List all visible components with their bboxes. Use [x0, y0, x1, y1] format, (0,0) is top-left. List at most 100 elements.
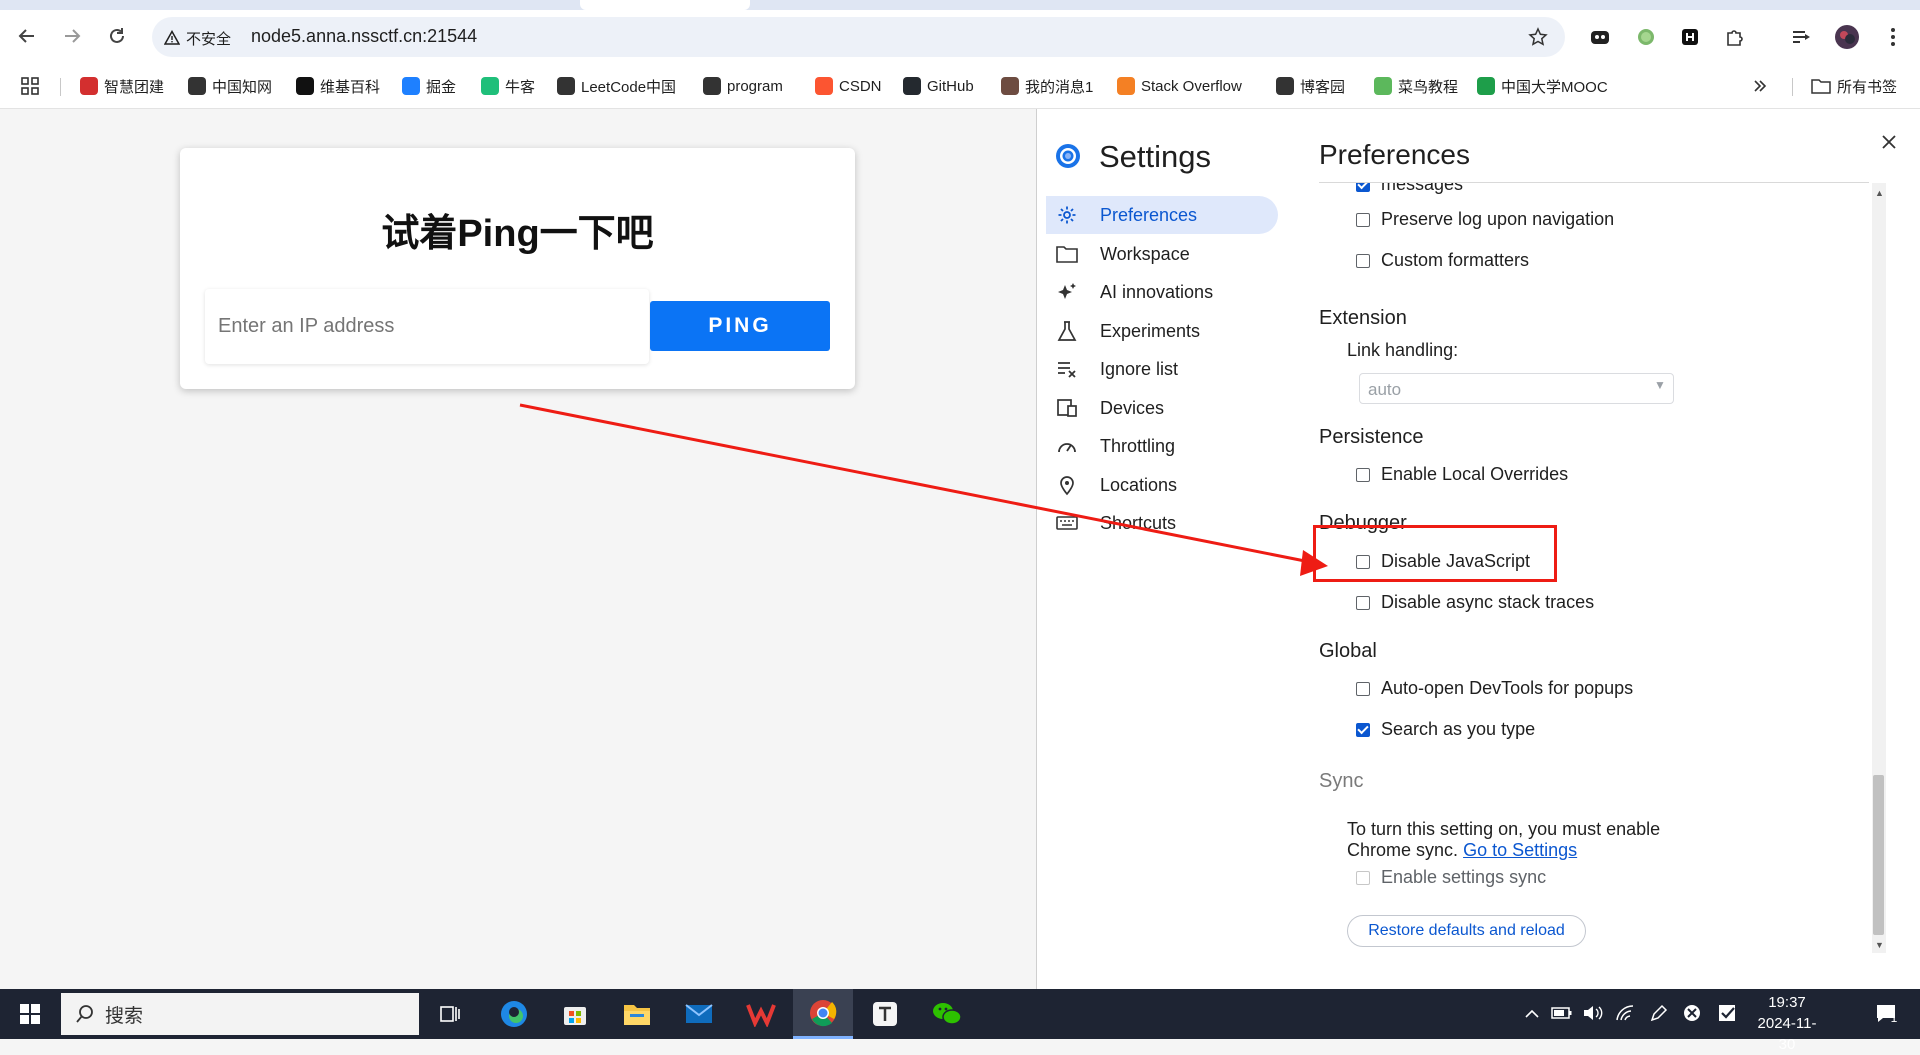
bookmark-star-button[interactable]: [1523, 22, 1553, 52]
sync-heading: Sync: [1319, 770, 1364, 792]
taskbar-store[interactable]: [545, 989, 605, 1039]
bookmark-item[interactable]: 智慧团建: [80, 74, 164, 98]
scroll-down-icon[interactable]: ▼: [1875, 940, 1884, 950]
custom-formatters-setting[interactable]: Custom formatters: [1356, 250, 1529, 271]
taskbar-chrome[interactable]: [793, 989, 853, 1039]
taskbar-typora[interactable]: [855, 989, 915, 1039]
sidebar-item-label: Shortcuts: [1100, 512, 1177, 533]
link-handling-select[interactable]: [1359, 373, 1674, 404]
active-tab[interactable]: [580, 0, 750, 10]
github-icon: [903, 77, 921, 95]
url-text[interactable]: node5.anna.nssctf.cn:21544: [251, 26, 477, 47]
edge-browser-icon: [501, 1001, 527, 1027]
bookmark-item[interactable]: 中国知网: [188, 74, 272, 98]
devices-icon: [1054, 395, 1080, 421]
auto-open-devtools-checkbox[interactable]: [1356, 681, 1370, 696]
media-controls-button[interactable]: [1786, 22, 1816, 52]
apps-button[interactable]: [21, 74, 39, 98]
taskbar-clock[interactable]: 19:37 2024-11-30: [1752, 992, 1822, 1055]
taskbar-mail[interactable]: [669, 989, 729, 1039]
sidebar-item-throttling[interactable]: Throttling: [1046, 427, 1278, 465]
taskbar-edge[interactable]: [484, 989, 544, 1039]
bookmark-item[interactable]: GitHub: [903, 74, 974, 98]
bookmark-item[interactable]: 掘金: [402, 74, 456, 98]
avatar-icon: [1001, 77, 1019, 95]
forward-button[interactable]: [54, 18, 90, 54]
task-view-button[interactable]: [420, 989, 480, 1039]
bookmark-item[interactable]: 中国大学MOOC: [1477, 74, 1608, 98]
bookmark-item[interactable]: 我的消息1: [1001, 74, 1093, 98]
sidebar-item-shortcuts[interactable]: Shortcuts: [1046, 504, 1278, 542]
sidebar-item-ai-innovations[interactable]: AI innovations: [1046, 273, 1278, 311]
disable-async-stack-checkbox[interactable]: [1356, 595, 1370, 610]
h-badge-icon: [1682, 29, 1698, 45]
bookmark-item[interactable]: 博客园: [1276, 74, 1345, 98]
reload-button[interactable]: [99, 18, 135, 54]
checkbox-tray-icon[interactable]: [1714, 1000, 1740, 1026]
highlight-annotation-box: [1313, 525, 1557, 582]
messages-setting[interactable]: messages: [1356, 183, 1463, 195]
extensions-button[interactable]: [1720, 22, 1750, 52]
game-controller-icon: [1591, 31, 1609, 44]
custom-formatters-checkbox[interactable]: [1356, 253, 1370, 268]
bookmark-item[interactable]: 牛客: [481, 74, 535, 98]
enable-local-overrides-setting[interactable]: Enable Local Overrides: [1356, 464, 1568, 485]
battery-icon[interactable]: [1549, 1000, 1575, 1026]
search-as-you-type-setting[interactable]: Search as you type: [1356, 719, 1535, 740]
menu-button[interactable]: [1878, 22, 1908, 52]
taskbar-file-explorer[interactable]: [607, 989, 667, 1039]
network-icon[interactable]: [1612, 1000, 1638, 1026]
volume-icon[interactable]: [1580, 1000, 1606, 1026]
go-to-settings-link[interactable]: Go to Settings: [1463, 840, 1577, 860]
tray-overflow-chevron-icon[interactable]: [1519, 1000, 1545, 1026]
keyboard-icon: [1054, 510, 1080, 536]
stackoverflow-icon: [1117, 77, 1135, 95]
sidebar-item-experiments[interactable]: Experiments: [1046, 312, 1278, 350]
bookmark-label: 维基百科: [320, 78, 381, 96]
mooc-icon: [1477, 77, 1495, 95]
bookmark-item[interactable]: Stack Overflow: [1117, 74, 1242, 98]
security-indicator[interactable]: 不安全: [164, 25, 231, 51]
notification-center-button[interactable]: 1: [1869, 1000, 1903, 1026]
messages-checkbox[interactable]: [1356, 183, 1370, 192]
auto-open-devtools-setting[interactable]: Auto-open DevTools for popups: [1356, 678, 1633, 699]
preserve-log-setting[interactable]: Preserve log upon navigation: [1356, 209, 1614, 230]
bookmark-item[interactable]: program: [703, 74, 783, 98]
disable-async-stack-setting[interactable]: Disable async stack traces: [1356, 592, 1594, 613]
sidebar-item-preferences[interactable]: Preferences: [1046, 196, 1278, 234]
blocked-icon[interactable]: [1679, 1000, 1705, 1026]
taskbar-search[interactable]: 搜索: [61, 993, 419, 1035]
all-bookmarks-button[interactable]: 所有书签: [1811, 74, 1897, 98]
bookmark-item[interactable]: 维基百科: [296, 74, 380, 98]
ignore-list-icon: [1054, 356, 1080, 382]
scroll-up-icon[interactable]: ▲: [1875, 188, 1884, 198]
ping-button[interactable]: PING: [650, 301, 830, 351]
restore-defaults-button[interactable]: Restore defaults and reload: [1347, 915, 1586, 947]
profile-button[interactable]: [1832, 22, 1862, 52]
ip-address-input[interactable]: [205, 289, 638, 364]
pen-icon[interactable]: [1646, 1000, 1672, 1026]
start-button[interactable]: [0, 989, 60, 1039]
enable-local-overrides-checkbox[interactable]: [1356, 467, 1370, 482]
close-settings-button[interactable]: [1874, 127, 1904, 157]
extension-button-3[interactable]: [1675, 22, 1705, 52]
bookmark-item[interactable]: LeetCode中国: [557, 74, 676, 98]
sidebar-item-workspace[interactable]: Workspace: [1046, 235, 1278, 273]
sidebar-item-locations[interactable]: Locations: [1046, 466, 1278, 504]
preserve-log-checkbox[interactable]: [1356, 212, 1370, 227]
bookmark-label: GitHub: [927, 77, 974, 95]
taskbar-wechat[interactable]: [917, 989, 977, 1039]
taskbar-wps[interactable]: [731, 989, 791, 1039]
typora-icon: [873, 1002, 897, 1026]
sidebar-item-label: AI innovations: [1100, 281, 1214, 302]
back-button[interactable]: [9, 18, 45, 54]
bookmark-item[interactable]: 菜鸟教程: [1374, 74, 1458, 98]
bookmark-item[interactable]: CSDN: [815, 74, 882, 98]
extension-button-1[interactable]: [1585, 22, 1615, 52]
search-as-you-type-checkbox[interactable]: [1356, 722, 1370, 737]
sidebar-item-devices[interactable]: Devices: [1046, 389, 1278, 427]
bookmarks-overflow-button[interactable]: [1752, 74, 1768, 98]
extension-button-2[interactable]: [1631, 22, 1661, 52]
scrollbar-thumb[interactable]: [1873, 775, 1884, 935]
sidebar-item-ignore-list[interactable]: Ignore list: [1046, 350, 1278, 388]
